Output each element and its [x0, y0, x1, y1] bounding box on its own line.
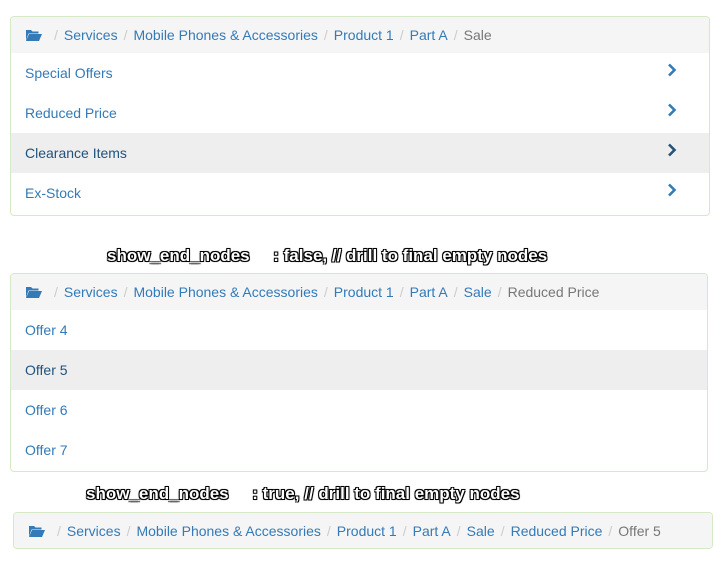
breadcrumb-link[interactable]: Mobile Phones & Accessories: [133, 27, 317, 43]
menu-item-label: Special Offers: [25, 65, 113, 81]
breadcrumb-active: Reduced Price: [507, 284, 600, 300]
caption-show-end-nodes-true: show_end_nodes : true, // drill to final…: [86, 484, 520, 504]
breadcrumb-link[interactable]: Product 1: [337, 523, 397, 539]
chevron-right-icon: [667, 183, 677, 197]
breadcrumb-link[interactable]: Mobile Phones & Accessories: [136, 523, 320, 539]
caption-key: show_end_nodes: [107, 246, 250, 265]
menu-item-label: Offer 4: [25, 322, 68, 338]
menu-item-label: Offer 7: [25, 442, 68, 458]
menu-item[interactable]: Ex-Stock: [11, 173, 709, 213]
breadcrumb-link[interactable]: Product 1: [334, 284, 394, 300]
breadcrumb-link[interactable]: Sale: [464, 284, 492, 300]
folder-open-icon[interactable]: [29, 525, 45, 537]
breadcrumb-link[interactable]: Reduced Price: [511, 523, 603, 539]
breadcrumb: / Services / Mobile Phones & Accessories /…: [11, 17, 709, 53]
caption-show-end-nodes-false: show_end_nodes : false, // drill to fina…: [107, 246, 547, 266]
folder-open-icon[interactable]: [26, 286, 42, 298]
breadcrumb-link[interactable]: Services: [64, 284, 118, 300]
breadcrumb-active: Sale: [463, 27, 492, 43]
breadcrumb-link[interactable]: Product 1: [334, 27, 394, 43]
breadcrumb: / Services / Mobile Phones & Accessories /…: [14, 513, 712, 548]
caption-value: : false, // drill to final empty nodes: [273, 246, 548, 265]
menu-item[interactable]: Reduced Price: [11, 93, 709, 133]
breadcrumb-link[interactable]: Mobile Phones & Accessories: [133, 284, 317, 300]
chevron-right-icon: [667, 103, 677, 117]
menu-item[interactable]: Offer 7: [11, 430, 707, 470]
chevron-right-icon: [667, 63, 677, 77]
menu-item-label: Offer 6: [25, 402, 68, 418]
menu-item-highlighted[interactable]: Clearance Items: [11, 133, 709, 173]
breadcrumb-link[interactable]: Part A: [410, 284, 448, 300]
menu-item-highlighted[interactable]: Offer 5: [11, 350, 707, 390]
folder-open-icon[interactable]: [26, 29, 42, 41]
breadcrumb-link[interactable]: Sale: [467, 523, 495, 539]
menu-panel-2: / Services / Mobile Phones & Accessories /…: [10, 273, 708, 472]
menu-item-label: Offer 5: [25, 362, 68, 378]
breadcrumb: / Services / Mobile Phones & Accessories /…: [11, 274, 707, 310]
menu-item-label: Ex-Stock: [25, 185, 82, 201]
breadcrumb-link[interactable]: Services: [67, 523, 121, 539]
breadcrumb-link[interactable]: Part A: [413, 523, 451, 539]
caption-key: show_end_nodes: [86, 484, 229, 503]
caption-value: : true, // drill to final empty nodes: [252, 484, 520, 503]
breadcrumb-active: Offer 5: [618, 522, 661, 539]
menu-item-label: Reduced Price: [25, 105, 117, 121]
menu-item[interactable]: Offer 4: [11, 310, 707, 350]
breadcrumb-link[interactable]: Services: [64, 27, 118, 43]
chevron-right-icon: [667, 143, 677, 157]
menu-item-label: Clearance Items: [25, 145, 127, 161]
menu-panel-1: / Services / Mobile Phones & Accessories /…: [10, 16, 710, 216]
menu-item[interactable]: Offer 6: [11, 390, 707, 430]
menu-item[interactable]: Special Offers: [11, 53, 709, 93]
breadcrumb-panel-3: / Services / Mobile Phones & Accessories /…: [13, 512, 713, 549]
breadcrumb-link[interactable]: Part A: [410, 27, 448, 43]
